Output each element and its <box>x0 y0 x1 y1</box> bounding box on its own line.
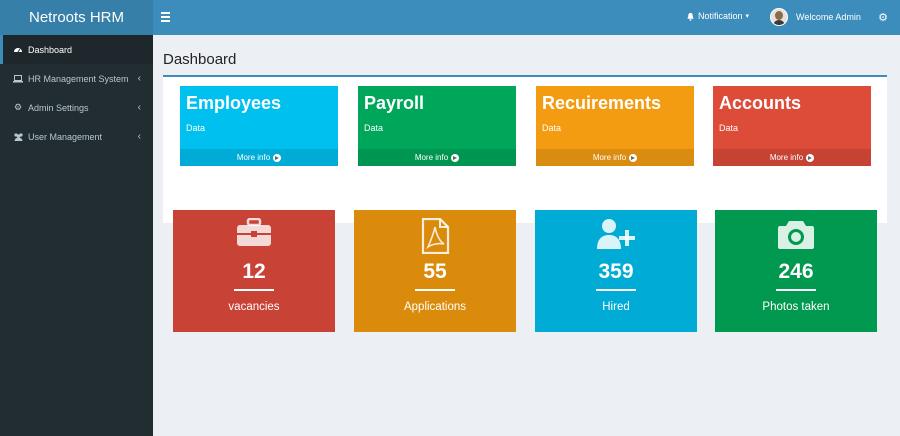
divider <box>596 289 636 291</box>
sidebar: Dashboard HR Management System ‹ ⚙ Admin… <box>0 35 153 436</box>
photos-count: 246 <box>778 260 814 283</box>
top-navbar: Notification ▾ Welcome Admin ⚙ <box>153 0 900 35</box>
vacancies-count: 12 <box>242 260 266 283</box>
photos-card: 246 Photos taken <box>715 210 877 332</box>
accounts-tile: Accounts Data More info <box>713 86 871 166</box>
arrow-circle-right-icon <box>806 153 815 162</box>
hired-label: Hired <box>602 301 630 313</box>
sidebar-item-label: Dashboard <box>28 44 73 55</box>
recruitments-tile: Recuirements Data More info <box>536 86 694 166</box>
divider <box>234 289 274 291</box>
tile-title: Employees <box>186 93 282 113</box>
more-info-link[interactable]: More info <box>180 149 338 166</box>
laptop-icon <box>11 74 25 83</box>
applications-count: 55 <box>423 260 447 283</box>
pdf-file-icon <box>354 218 516 254</box>
bell-icon <box>687 12 694 21</box>
hired-count: 359 <box>598 260 634 283</box>
chevron-left-icon: ‹ <box>137 73 141 84</box>
divider <box>776 289 816 291</box>
photos-label: Photos taken <box>762 301 830 313</box>
arrow-circle-right-icon <box>629 153 638 162</box>
gear-icon: ⚙ <box>13 102 23 112</box>
main-content: Dashboard Employees Data More info Payro… <box>153 35 900 436</box>
more-info-label: More info <box>769 153 804 162</box>
camera-icon <box>715 218 877 252</box>
dashboard-icon <box>11 45 25 54</box>
more-info-label: More info <box>236 153 271 162</box>
caret-down-icon: ▾ <box>745 13 750 20</box>
app-logo[interactable]: Netroots HRM <box>0 0 153 35</box>
notification-menu[interactable]: Notification ▾ <box>686 11 749 21</box>
gears-icon[interactable]: ⚙ <box>878 11 888 24</box>
arrow-circle-right-icon <box>451 153 460 162</box>
sidebar-item-hr-management[interactable]: HR Management System ‹ <box>0 64 153 93</box>
user-menu[interactable]: Welcome Admin <box>770 8 861 26</box>
more-info-link[interactable]: More info <box>358 149 516 166</box>
more-info-link[interactable]: More info <box>713 149 871 166</box>
sidebar-item-admin-settings[interactable]: ⚙ Admin Settings ‹ <box>0 93 153 122</box>
chevron-left-icon: ‹ <box>137 102 141 113</box>
sidebar-item-label: HR Management System <box>28 73 129 84</box>
welcome-label: Welcome Admin <box>796 12 861 22</box>
sidebar-item-user-management[interactable]: User Management ‹ <box>0 122 153 151</box>
user-plus-icon <box>535 218 697 252</box>
tile-subtitle: Data <box>719 123 739 133</box>
summary-panel: Employees Data More info Payroll Data Mo… <box>163 75 887 223</box>
notification-label: Notification <box>698 11 743 21</box>
vacancies-card: 12 vacancies <box>173 210 335 332</box>
hired-card: 359 Hired <box>535 210 697 332</box>
tile-subtitle: Data <box>364 123 384 133</box>
users-icon <box>11 132 25 141</box>
employees-tile: Employees Data More info <box>180 86 338 166</box>
applications-card: 55 Applications <box>354 210 516 332</box>
payroll-tile: Payroll Data More info <box>358 86 516 166</box>
avatar <box>770 8 788 26</box>
tile-title: Payroll <box>364 93 425 113</box>
page-title: Dashboard <box>163 51 237 68</box>
vacancies-label: vacancies <box>228 301 280 313</box>
chevron-left-icon: ‹ <box>137 131 141 142</box>
sidebar-item-label: Admin Settings <box>28 102 89 113</box>
briefcase-icon <box>173 218 335 252</box>
more-info-label: More info <box>414 153 449 162</box>
tile-subtitle: Data <box>186 123 206 133</box>
arrow-circle-right-icon <box>273 153 282 162</box>
sidebar-item-label: User Management <box>28 131 103 142</box>
more-info-label: More info <box>592 153 627 162</box>
more-info-link[interactable]: More info <box>536 149 694 166</box>
tile-subtitle: Data <box>542 123 562 133</box>
tile-title: Accounts <box>719 93 802 113</box>
sidebar-item-dashboard[interactable]: Dashboard <box>0 35 153 64</box>
tile-title: Recuirements <box>542 93 662 113</box>
applications-label: Applications <box>403 301 466 313</box>
sidebar-toggle-icon[interactable] <box>161 10 177 26</box>
divider <box>415 289 455 291</box>
